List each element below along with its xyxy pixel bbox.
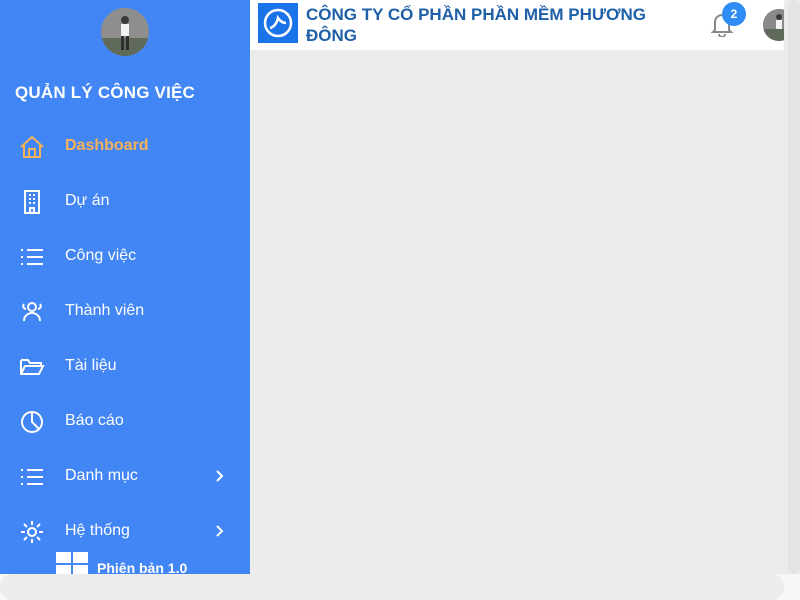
sidebar-item-label: Tài liệu xyxy=(65,357,117,374)
sidebar-item-label: Thành viên xyxy=(65,302,145,319)
main-content xyxy=(250,50,784,574)
sidebar-item-tai-lieu[interactable]: Tài liệu xyxy=(0,341,250,391)
sidebar-item-label: Báo cáo xyxy=(65,412,124,429)
vertical-scrollbar-thumb[interactable] xyxy=(788,0,800,574)
top-header: CÔNG TY CỔ PHẦN PHẦN MỀM PHƯƠNG ĐÔNG 2 xyxy=(250,0,795,50)
sidebar-item-label: Dashboard xyxy=(65,137,149,154)
chevron-right-icon xyxy=(213,467,227,485)
vertical-scrollbar[interactable] xyxy=(784,0,800,574)
chevron-right-icon xyxy=(213,522,227,540)
gear-icon xyxy=(19,519,45,545)
company-logo-icon[interactable] xyxy=(258,3,298,43)
app-title: QUẢN LÝ CÔNG VIỆC xyxy=(15,83,196,102)
sidebar-item-label: Hệ thống xyxy=(65,522,130,539)
sidebar: QUẢN LÝ CÔNG VIỆC Dashboard Dự án Công v… xyxy=(0,0,250,574)
sidebar-item-thanh-vien[interactable]: Thành viên xyxy=(0,286,250,336)
sidebar-item-du-an[interactable]: Dự án xyxy=(0,176,250,226)
user-avatar[interactable] xyxy=(101,8,149,56)
horizontal-scrollbar-thumb[interactable] xyxy=(0,574,784,600)
building-icon xyxy=(19,189,45,215)
notification-badge[interactable]: 2 xyxy=(722,2,746,26)
home-icon xyxy=(19,134,45,160)
sidebar-item-dashboard[interactable]: Dashboard xyxy=(0,121,250,171)
folder-open-icon xyxy=(19,354,45,380)
sidebar-item-bao-cao[interactable]: Báo cáo xyxy=(0,396,250,446)
windows-icon xyxy=(56,552,90,574)
sidebar-item-label: Công việc xyxy=(65,247,137,264)
users-icon xyxy=(19,299,45,325)
list-icon xyxy=(19,244,45,270)
sidebar-item-cong-viec[interactable]: Công việc xyxy=(0,231,250,281)
company-name: CÔNG TY CỔ PHẦN PHẦN MỀM PHƯƠNG ĐÔNG xyxy=(306,5,646,45)
sidebar-item-label: Danh mục xyxy=(65,467,138,484)
pie-chart-icon xyxy=(19,409,45,435)
sidebar-item-danh-muc[interactable]: Danh mục xyxy=(0,451,250,501)
version-info: Phiên bản 1.0 xyxy=(56,550,236,574)
list-icon xyxy=(19,464,45,490)
version-label: Phiên bản 1.0 xyxy=(97,560,188,574)
sidebar-item-label: Dự án xyxy=(65,192,110,209)
horizontal-scrollbar[interactable] xyxy=(0,574,800,600)
sidebar-item-he-thong[interactable]: Hệ thống xyxy=(0,506,250,556)
